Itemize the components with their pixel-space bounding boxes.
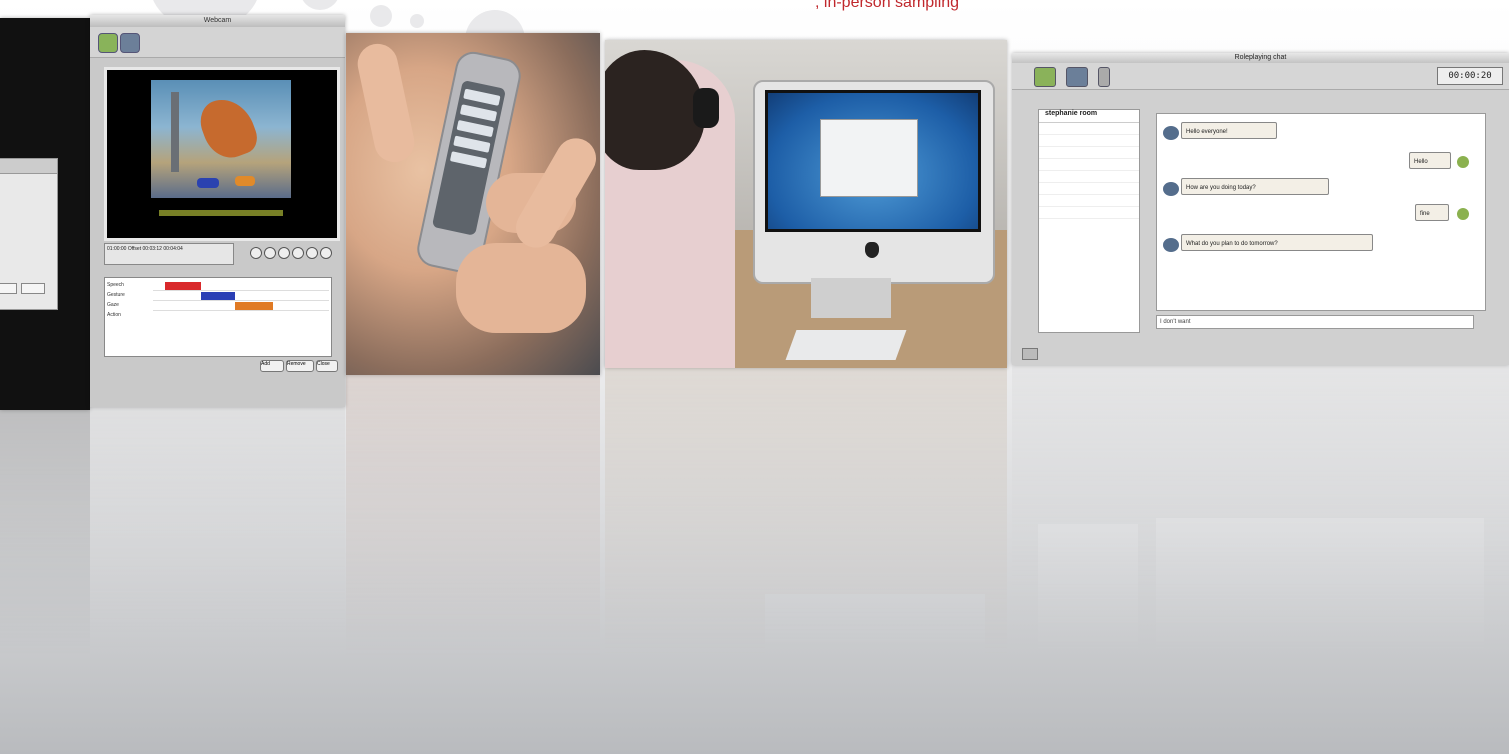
subtitle-bar [159, 210, 283, 216]
track-label: Gaze [107, 302, 119, 308]
background-blob [410, 14, 424, 28]
pause-icon[interactable] [292, 247, 304, 259]
window-title: Webcam [90, 15, 345, 27]
reflection-panel [605, 368, 1007, 754]
track-row [153, 310, 329, 311]
track-label: Gesture [107, 292, 125, 298]
close-button[interactable]: Close [316, 360, 338, 372]
top-caption: , in-person sampling [815, 0, 960, 11]
room-list[interactable]: stephanie room [1038, 109, 1140, 333]
phone-menu-item [456, 119, 494, 138]
message-input[interactable]: I don't want [1156, 315, 1474, 329]
creature-shape [194, 91, 262, 165]
window-button[interactable] [21, 283, 45, 294]
window-button[interactable] [0, 283, 17, 294]
finger-shape [353, 40, 419, 166]
room-row[interactable] [1039, 159, 1139, 171]
chat-message: What do you plan to do tomorrow? [1181, 234, 1373, 251]
vehicle-shape [235, 176, 255, 186]
person-icon[interactable] [1034, 67, 1056, 87]
imac-screen [765, 90, 981, 232]
thumb-shape [456, 243, 586, 333]
room-row[interactable] [1039, 183, 1139, 195]
reflection-panel [1012, 365, 1509, 754]
room-row[interactable] [1039, 207, 1139, 219]
vehicle-shape [197, 178, 219, 188]
room-row[interactable] [1039, 123, 1139, 135]
annotation-segment[interactable] [165, 282, 201, 290]
panel-phone-photo [346, 33, 600, 375]
phone-menu-item [463, 88, 501, 106]
annotation-timeline[interactable]: Speech Gesture Gaze Action [104, 277, 332, 357]
panel-imac-photo [605, 40, 1007, 368]
room-row[interactable] [1039, 147, 1139, 159]
small-app-window [0, 158, 58, 310]
user-avatar-icon [1163, 126, 1179, 140]
chat-message: Hello [1409, 152, 1451, 169]
window-title: Roleplaying chat [1012, 53, 1509, 63]
person-icon[interactable] [1066, 67, 1088, 87]
app-window [820, 119, 918, 197]
step-back-icon[interactable] [264, 247, 276, 259]
room-list-header: stephanie room [1039, 110, 1139, 123]
chat-message: Hello everyone! [1181, 122, 1277, 139]
user-avatar-icon [1163, 182, 1179, 196]
chat-message: How are you doing today? [1181, 178, 1329, 195]
reflection-panel [346, 375, 600, 754]
track-row [153, 300, 329, 301]
panel-dark-screen [0, 18, 90, 410]
imac-computer [753, 80, 995, 284]
phone-menu-item [453, 135, 491, 153]
track-row [153, 290, 329, 291]
imac-stand [811, 278, 891, 318]
chat-area[interactable]: Hello everyone! Hello How are you doing … [1156, 113, 1486, 311]
toolbar [90, 27, 345, 58]
reflection-panel [90, 407, 345, 754]
background-blob [370, 5, 392, 27]
fast-forward-icon[interactable] [320, 247, 332, 259]
phone-menu-item [459, 104, 498, 122]
rewind-icon[interactable] [250, 247, 262, 259]
apple-logo-icon [865, 242, 879, 258]
background-blob [300, 0, 340, 10]
arrow-icon[interactable] [1098, 67, 1110, 87]
step-forward-icon[interactable] [306, 247, 318, 259]
panel-video-annotation: Webcam 01:00:00 Offset 00:03:12 00:04:04… [90, 15, 345, 407]
room-row[interactable] [1039, 195, 1139, 207]
session-clock: 00:00:20 [1437, 67, 1503, 85]
user-avatar-icon [1163, 238, 1179, 252]
play-icon[interactable] [278, 247, 290, 259]
reflection-panel [0, 410, 90, 740]
time-readout: 01:00:00 Offset 00:03:12 00:04:04 [104, 243, 234, 265]
chat-message: fine [1415, 204, 1449, 221]
video-scene [151, 80, 291, 216]
phone-menu-item [449, 151, 488, 169]
settings-button[interactable] [1022, 348, 1038, 360]
remove-button[interactable]: Remove [286, 360, 314, 372]
user-avatar-icon [1457, 208, 1469, 220]
window-titlebar [0, 159, 57, 174]
tower-shape [171, 92, 179, 172]
annotation-segment[interactable] [235, 302, 273, 310]
person-icon[interactable] [98, 33, 118, 53]
room-row[interactable] [1039, 135, 1139, 147]
keyboard [785, 330, 907, 360]
track-label: Speech [107, 282, 124, 288]
headphones-icon [693, 88, 719, 128]
person-icon[interactable] [120, 33, 140, 53]
annotation-segment[interactable] [201, 292, 235, 300]
video-frame [104, 67, 340, 241]
user-avatar-icon [1457, 156, 1469, 168]
track-label: Action [107, 312, 121, 318]
toolbar: 00:00:20 [1012, 63, 1509, 90]
room-row[interactable] [1039, 171, 1139, 183]
add-button[interactable]: Add [260, 360, 284, 372]
panel-roleplay-chat: Roleplaying chat 00:00:20 stephanie room… [1012, 53, 1509, 365]
